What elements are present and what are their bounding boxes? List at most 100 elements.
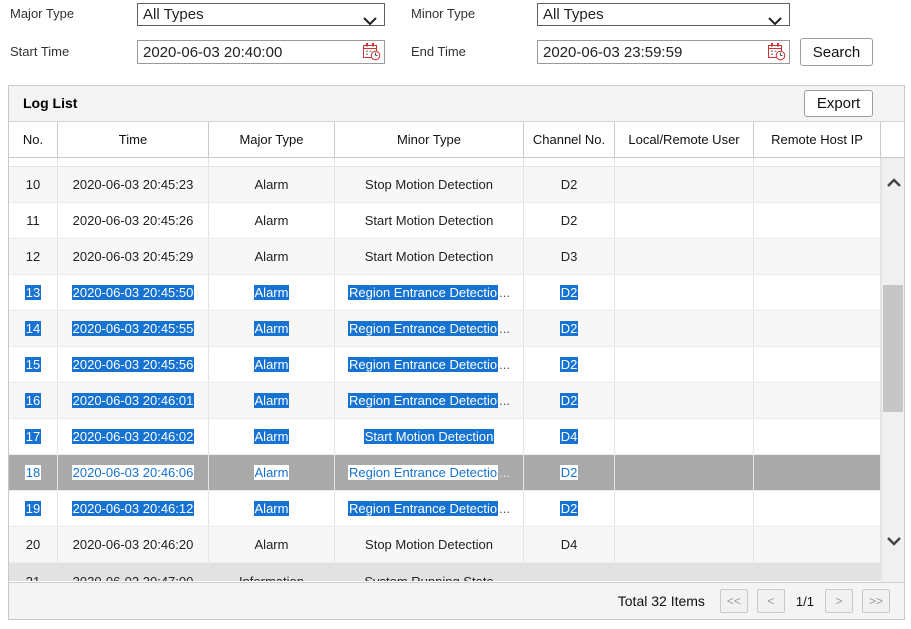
table-row[interactable]: 102020-06-03 20:45:23AlarmStop Motion De… bbox=[9, 167, 881, 203]
column-header-filler bbox=[881, 122, 904, 157]
cell-channel: D2 bbox=[524, 455, 615, 490]
cell-ip bbox=[754, 158, 881, 166]
pagination-bar: Total 32 Items << < 1/1 > >> bbox=[9, 582, 904, 619]
table-row[interactable]: 192020-06-03 20:46:12AlarmRegion Entranc… bbox=[9, 491, 881, 527]
cell-user bbox=[615, 455, 754, 490]
prev-page-button[interactable]: < bbox=[757, 589, 785, 613]
table-row[interactable]: 122020-06-03 20:45:29AlarmStart Motion D… bbox=[9, 239, 881, 275]
scrollbar-thumb[interactable] bbox=[883, 285, 903, 412]
end-time-label: End Time bbox=[411, 40, 466, 64]
cell-minor: System Running State bbox=[335, 563, 524, 581]
table-row[interactable]: 18 2020-06-03 20:46:06 Alarm Region Entranc… bbox=[9, 455, 881, 491]
selected-text: Region Entrance Detectio bbox=[348, 321, 498, 336]
selected-text: 13 bbox=[25, 285, 41, 300]
selected-text: 16 bbox=[25, 393, 41, 408]
table-row[interactable]: 152020-06-03 20:45:56AlarmRegion Entranc… bbox=[9, 347, 881, 383]
vertical-scrollbar[interactable] bbox=[881, 158, 904, 582]
selected-text: D2 bbox=[560, 465, 579, 480]
table-row[interactable]: 162020-06-03 20:46:01AlarmRegion Entranc… bbox=[9, 383, 881, 419]
calendar-icon[interactable] bbox=[362, 42, 382, 62]
table-row[interactable] bbox=[9, 158, 881, 167]
cell-channel: D2 bbox=[524, 491, 615, 526]
last-page-button[interactable]: >> bbox=[862, 589, 890, 613]
cell-minor: Region Entrance Detectio... bbox=[335, 275, 524, 310]
cell-minor: Region Entrance Detectio... bbox=[335, 455, 524, 490]
cell-no: 14 bbox=[9, 311, 58, 346]
selected-text: 18 bbox=[25, 465, 41, 480]
scroll-down-icon[interactable] bbox=[886, 533, 902, 543]
cell-major bbox=[209, 158, 335, 166]
cell-no: 13 bbox=[9, 275, 58, 310]
selected-text: 2020-06-03 20:45:55 bbox=[72, 321, 195, 336]
cell-time: 2020-06-03 20:45:23 bbox=[58, 167, 209, 202]
minor-type-value: All Types bbox=[543, 6, 604, 23]
selected-text: 2020-06-03 20:46:01 bbox=[72, 393, 195, 408]
cell-user bbox=[615, 203, 754, 238]
cell-no: 20 bbox=[9, 527, 58, 562]
cell-ip bbox=[754, 203, 881, 238]
cell-major: Alarm bbox=[209, 167, 335, 202]
start-time-label: Start Time bbox=[10, 40, 69, 64]
table-row[interactable]: 112020-06-03 20:45:26AlarmStart Motion D… bbox=[9, 203, 881, 239]
cell-ip bbox=[754, 527, 881, 562]
cell-major: Alarm bbox=[209, 491, 335, 526]
cell-minor: Start Motion Detection bbox=[335, 239, 524, 274]
start-time-input[interactable] bbox=[137, 40, 385, 64]
cell-channel: D4 bbox=[524, 419, 615, 454]
search-button[interactable]: Search bbox=[800, 38, 873, 66]
minor-type-select[interactable]: All Types bbox=[537, 3, 790, 26]
table-row[interactable]: 212020-06-03 20:47:00InformationSystem R… bbox=[9, 563, 881, 581]
column-header-no: No. bbox=[9, 122, 58, 157]
cell-minor: Region Entrance Detectio... bbox=[335, 491, 524, 526]
cell-time: 2020-06-03 20:46:12 bbox=[58, 491, 209, 526]
column-header-major-type: Major Type bbox=[209, 122, 335, 157]
cell-user bbox=[615, 563, 754, 581]
selected-text: 14 bbox=[25, 321, 41, 336]
column-header-minor-type: Minor Type bbox=[335, 122, 524, 157]
truncation-ellipsis: ... bbox=[499, 321, 510, 336]
major-type-select[interactable]: All Types bbox=[137, 3, 385, 26]
calendar-icon[interactable] bbox=[767, 42, 787, 62]
export-button[interactable]: Export bbox=[804, 90, 873, 117]
cell-minor: Start Motion Detection bbox=[335, 419, 524, 454]
minor-type-label: Minor Type bbox=[411, 2, 475, 26]
cell-no: 15 bbox=[9, 347, 58, 382]
start-time-fieldwrap bbox=[137, 40, 385, 64]
log-list-header-bar: Log List Export bbox=[9, 86, 904, 122]
major-type-label: Major Type bbox=[10, 2, 74, 26]
selected-text: Alarm bbox=[254, 465, 290, 480]
table-row[interactable]: 172020-06-03 20:46:02AlarmStart Motion D… bbox=[9, 419, 881, 455]
selected-text: Alarm bbox=[254, 429, 290, 444]
cell-major: Alarm bbox=[209, 311, 335, 346]
next-page-button[interactable]: > bbox=[825, 589, 853, 613]
end-time-fieldwrap bbox=[537, 40, 790, 64]
log-list-title: Log List bbox=[23, 95, 77, 111]
cell-channel bbox=[524, 158, 615, 166]
cell-major: Alarm bbox=[209, 527, 335, 562]
table-row[interactable]: 14 2020-06-03 20:45:55 Alarm Region Entranc… bbox=[9, 311, 881, 347]
cell-user bbox=[615, 347, 754, 382]
cell-user bbox=[615, 311, 754, 346]
end-time-input[interactable] bbox=[537, 40, 790, 64]
table-row[interactable]: 202020-06-03 20:46:20AlarmStop Motion De… bbox=[9, 527, 881, 563]
cell-user bbox=[615, 239, 754, 274]
cell-channel: D3 bbox=[524, 239, 615, 274]
scroll-up-icon[interactable] bbox=[886, 175, 902, 185]
cell-ip bbox=[754, 167, 881, 202]
truncation-ellipsis: ... bbox=[499, 357, 510, 372]
selected-text: Region Entrance Detectio bbox=[348, 357, 498, 372]
cell-minor: Region Entrance Detectio... bbox=[335, 347, 524, 382]
selected-text: D2 bbox=[560, 285, 579, 300]
first-page-button[interactable]: << bbox=[720, 589, 748, 613]
cell-channel bbox=[524, 563, 615, 581]
cell-no: 18 bbox=[9, 455, 58, 490]
cell-ip bbox=[754, 275, 881, 310]
table-row[interactable]: 132020-06-03 20:45:50AlarmRegion Entranc… bbox=[9, 275, 881, 311]
cell-time: 2020-06-03 20:46:20 bbox=[58, 527, 209, 562]
selected-text: 2020-06-03 20:46:06 bbox=[72, 465, 195, 480]
cell-no: 21 bbox=[9, 563, 58, 581]
selected-text: D2 bbox=[560, 357, 579, 372]
cell-major: Alarm bbox=[209, 455, 335, 490]
cell-time bbox=[58, 158, 209, 166]
cell-no: 12 bbox=[9, 239, 58, 274]
